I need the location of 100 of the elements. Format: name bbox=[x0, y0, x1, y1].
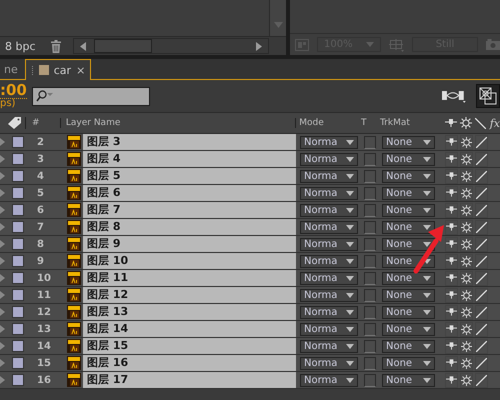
preserve-transparency-checkbox[interactable] bbox=[364, 356, 376, 370]
collapse-switch[interactable] bbox=[460, 236, 473, 252]
quality-switch[interactable] bbox=[475, 270, 488, 286]
label-color-swatch[interactable] bbox=[12, 323, 24, 335]
mode-dropdown[interactable]: Norma bbox=[300, 220, 358, 234]
preserve-transparency-checkbox[interactable] bbox=[364, 254, 376, 268]
track-matte-dropdown[interactable]: None bbox=[382, 374, 435, 386]
shy-switch[interactable] bbox=[445, 236, 458, 252]
layer-name[interactable]: 图层 16 bbox=[83, 355, 296, 371]
collapse-switch[interactable] bbox=[460, 186, 473, 200]
preserve-transparency-checkbox[interactable] bbox=[364, 238, 376, 250]
mode-dropdown[interactable]: Norma bbox=[300, 322, 358, 336]
composition-tab[interactable]: ne bbox=[0, 60, 22, 79]
shy-switch[interactable] bbox=[445, 288, 458, 302]
quality-switch[interactable] bbox=[475, 186, 488, 200]
mode-dropdown[interactable]: Norma bbox=[300, 374, 358, 386]
label-color-swatch[interactable] bbox=[12, 374, 24, 386]
mode-dropdown[interactable]: Norma bbox=[300, 152, 358, 166]
quality-switch[interactable] bbox=[475, 236, 488, 252]
layer-name[interactable]: 图层 8 bbox=[83, 219, 296, 235]
expand-arrow-icon[interactable] bbox=[0, 223, 5, 231]
mode-dropdown[interactable]: Norma bbox=[300, 356, 358, 370]
collapse-switch[interactable] bbox=[460, 168, 473, 184]
preserve-transparency-checkbox[interactable] bbox=[364, 306, 376, 318]
grip-icon[interactable] bbox=[30, 66, 34, 74]
preserve-transparency-checkbox[interactable] bbox=[364, 288, 376, 302]
layer-name[interactable]: 图层 7 bbox=[83, 202, 296, 218]
shy-switch[interactable] bbox=[445, 168, 458, 184]
mode-dropdown[interactable]: Norma bbox=[300, 272, 358, 284]
collapse-switch[interactable] bbox=[460, 254, 473, 268]
shy-switch[interactable] bbox=[445, 304, 458, 320]
layer-name[interactable]: 图层 5 bbox=[83, 168, 296, 184]
mode-dropdown[interactable]: Norma bbox=[300, 170, 358, 182]
track-matte-dropdown[interactable]: None bbox=[382, 272, 435, 284]
mode-dropdown[interactable]: Norma bbox=[300, 238, 358, 250]
collapse-switch[interactable] bbox=[460, 270, 473, 286]
shy-switch[interactable] bbox=[445, 372, 458, 388]
collapse-switch[interactable] bbox=[460, 220, 473, 234]
shy-switch[interactable] bbox=[445, 338, 458, 354]
quality-switch[interactable] bbox=[475, 356, 488, 370]
label-color-swatch[interactable] bbox=[12, 204, 24, 216]
track-matte-dropdown[interactable]: None bbox=[382, 152, 435, 166]
preserve-transparency-checkbox[interactable] bbox=[364, 152, 376, 166]
expand-arrow-icon[interactable] bbox=[0, 257, 5, 265]
composition-tab[interactable]: car × bbox=[24, 59, 92, 80]
label-color-swatch[interactable] bbox=[12, 357, 24, 369]
label-color-swatch[interactable] bbox=[12, 153, 24, 165]
collapse-switch[interactable] bbox=[460, 356, 473, 370]
quality-switch[interactable] bbox=[475, 168, 488, 184]
label-color-swatch[interactable] bbox=[12, 136, 24, 148]
shy-switch[interactable] bbox=[445, 220, 458, 234]
expand-arrow-icon[interactable] bbox=[0, 138, 5, 146]
expand-arrow-icon[interactable] bbox=[0, 189, 5, 197]
preserve-transparency-checkbox[interactable] bbox=[364, 322, 376, 336]
mode-dropdown[interactable]: Norma bbox=[300, 306, 358, 318]
expand-arrow-icon[interactable] bbox=[0, 342, 5, 350]
quality-switch[interactable] bbox=[475, 134, 488, 150]
preserve-transparency-checkbox[interactable] bbox=[364, 340, 376, 352]
mode-dropdown[interactable]: Norma bbox=[300, 186, 358, 200]
label-color-swatch[interactable] bbox=[12, 187, 24, 199]
track-matte-dropdown[interactable]: None bbox=[382, 288, 435, 302]
column-header[interactable]: Layer Name bbox=[60, 118, 296, 128]
expand-arrow-icon[interactable] bbox=[0, 155, 5, 163]
collapse-switch[interactable] bbox=[460, 134, 473, 150]
column-header[interactable]: # bbox=[26, 118, 61, 128]
layer-name[interactable]: 图层 9 bbox=[83, 236, 296, 252]
layer-name[interactable]: 图层 10 bbox=[83, 253, 296, 269]
track-matte-dropdown[interactable]: None bbox=[382, 170, 435, 182]
quality-switch[interactable] bbox=[475, 372, 488, 388]
collapse-switch[interactable] bbox=[460, 322, 473, 336]
column-header[interactable]: Mode bbox=[295, 118, 362, 128]
collapse-switch[interactable] bbox=[460, 288, 473, 302]
label-color-swatch[interactable] bbox=[12, 289, 24, 301]
collapse-switch[interactable] bbox=[460, 304, 473, 320]
collapse-switch[interactable] bbox=[460, 372, 473, 388]
label-color-swatch[interactable] bbox=[12, 306, 24, 318]
expand-arrow-icon[interactable] bbox=[0, 274, 5, 282]
track-matte-dropdown[interactable]: None bbox=[382, 186, 435, 200]
shy-switch[interactable] bbox=[445, 152, 458, 166]
mode-dropdown[interactable]: Norma bbox=[300, 254, 358, 268]
preserve-transparency-checkbox[interactable] bbox=[364, 186, 376, 200]
expand-arrow-icon[interactable] bbox=[0, 206, 5, 214]
mode-dropdown[interactable]: Norma bbox=[300, 204, 358, 216]
preserve-transparency-checkbox[interactable] bbox=[364, 374, 376, 386]
track-matte-dropdown[interactable]: None bbox=[382, 340, 435, 352]
bit-depth-label[interactable]: 8 bpc bbox=[0, 40, 51, 52]
expand-arrow-icon[interactable] bbox=[0, 308, 5, 316]
scroll-right-icon[interactable] bbox=[256, 42, 262, 50]
shy-switch[interactable] bbox=[445, 270, 458, 286]
horizontal-scrollbar[interactable] bbox=[73, 38, 269, 54]
column-header[interactable]: fx bbox=[490, 116, 500, 130]
track-matte-dropdown[interactable]: None bbox=[382, 238, 435, 250]
close-tab-button[interactable]: × bbox=[76, 64, 86, 76]
quality-switch[interactable] bbox=[475, 322, 488, 336]
track-matte-dropdown[interactable]: None bbox=[382, 220, 435, 234]
quality-switch[interactable] bbox=[475, 338, 488, 354]
sun-icon[interactable] bbox=[460, 117, 472, 129]
label-tag-icon[interactable] bbox=[8, 117, 22, 129]
mode-dropdown[interactable]: Norma bbox=[300, 288, 358, 302]
expand-arrow-icon[interactable] bbox=[0, 376, 5, 384]
